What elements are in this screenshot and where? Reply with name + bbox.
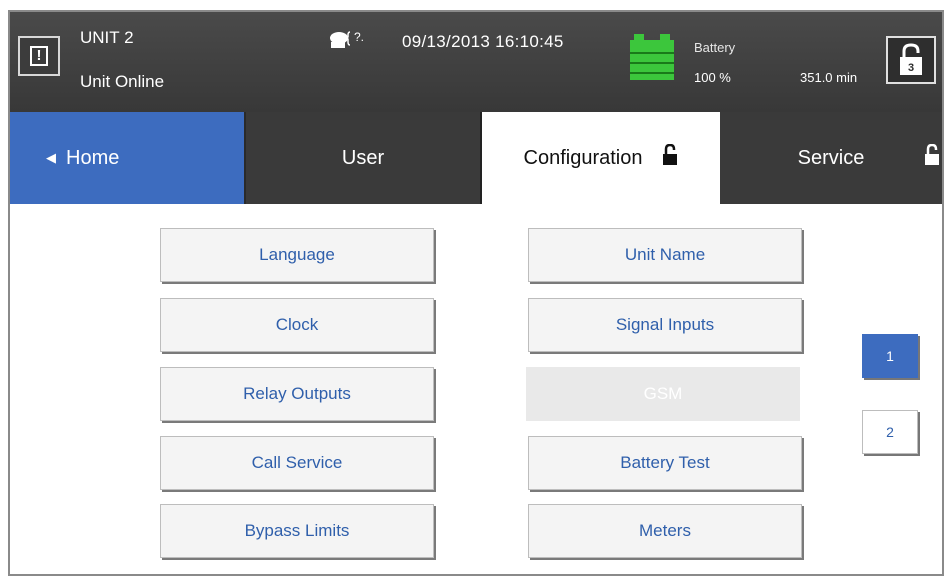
gsm-button: GSM [526, 367, 800, 421]
lock-open-icon [924, 143, 940, 172]
meters-button[interactable]: Meters [528, 504, 802, 558]
unit-name-button[interactable]: Unit Name [528, 228, 802, 282]
page-2-button[interactable]: 2 [862, 410, 918, 454]
tab-home-label: Home [66, 146, 120, 169]
back-arrow-icon: ◀ [46, 150, 56, 165]
call-service-button[interactable]: Call Service [160, 436, 434, 490]
device-screen: ! UNIT 2 Unit Online ?. 09/13/2013 16:10… [8, 10, 944, 576]
tab-bar: ◀ Home User Configuration Service [10, 112, 942, 204]
tab-service[interactable]: Service [720, 112, 942, 204]
svg-text:?.: ?. [354, 30, 364, 44]
tab-user-label: User [341, 146, 385, 169]
bypass-limits-button[interactable]: Bypass Limits [160, 504, 434, 558]
battery-icon [630, 34, 674, 84]
unit-status: Unit Online [80, 72, 165, 91]
battery-runtime: 351.0 min [800, 70, 858, 85]
lock-badge: 3 [908, 62, 914, 74]
battery-label: Battery [694, 40, 736, 55]
tab-configuration[interactable]: Configuration [482, 112, 720, 204]
tab-configuration-label: Configuration [523, 146, 643, 169]
relay-outputs-button[interactable]: Relay Outputs [160, 367, 434, 421]
alarm-button[interactable]: ! [18, 36, 60, 76]
tab-user[interactable]: User [246, 112, 482, 204]
language-button[interactable]: Language [160, 228, 434, 282]
remote-service-icon: ?. [330, 30, 364, 48]
page-1-button[interactable]: 1 [862, 334, 918, 378]
alarm-icon: ! [30, 46, 48, 66]
status-header: ! UNIT 2 Unit Online ?. 09/13/2013 16:10… [10, 12, 942, 112]
battery-test-button[interactable]: Battery Test [528, 436, 802, 490]
tab-home[interactable]: ◀ Home [10, 112, 246, 204]
lock-open-icon [662, 143, 678, 172]
battery-percent: 100 % [694, 70, 731, 85]
tab-service-label: Service [797, 146, 865, 169]
security-lock-button[interactable]: 3 [886, 36, 936, 84]
signal-inputs-button[interactable]: Signal Inputs [528, 298, 802, 352]
date-time: 09/13/2013 16:10:45 [402, 32, 564, 51]
unit-name: UNIT 2 [80, 28, 134, 47]
clock-button[interactable]: Clock [160, 298, 434, 352]
padlock-open-icon: 3 [900, 43, 922, 75]
